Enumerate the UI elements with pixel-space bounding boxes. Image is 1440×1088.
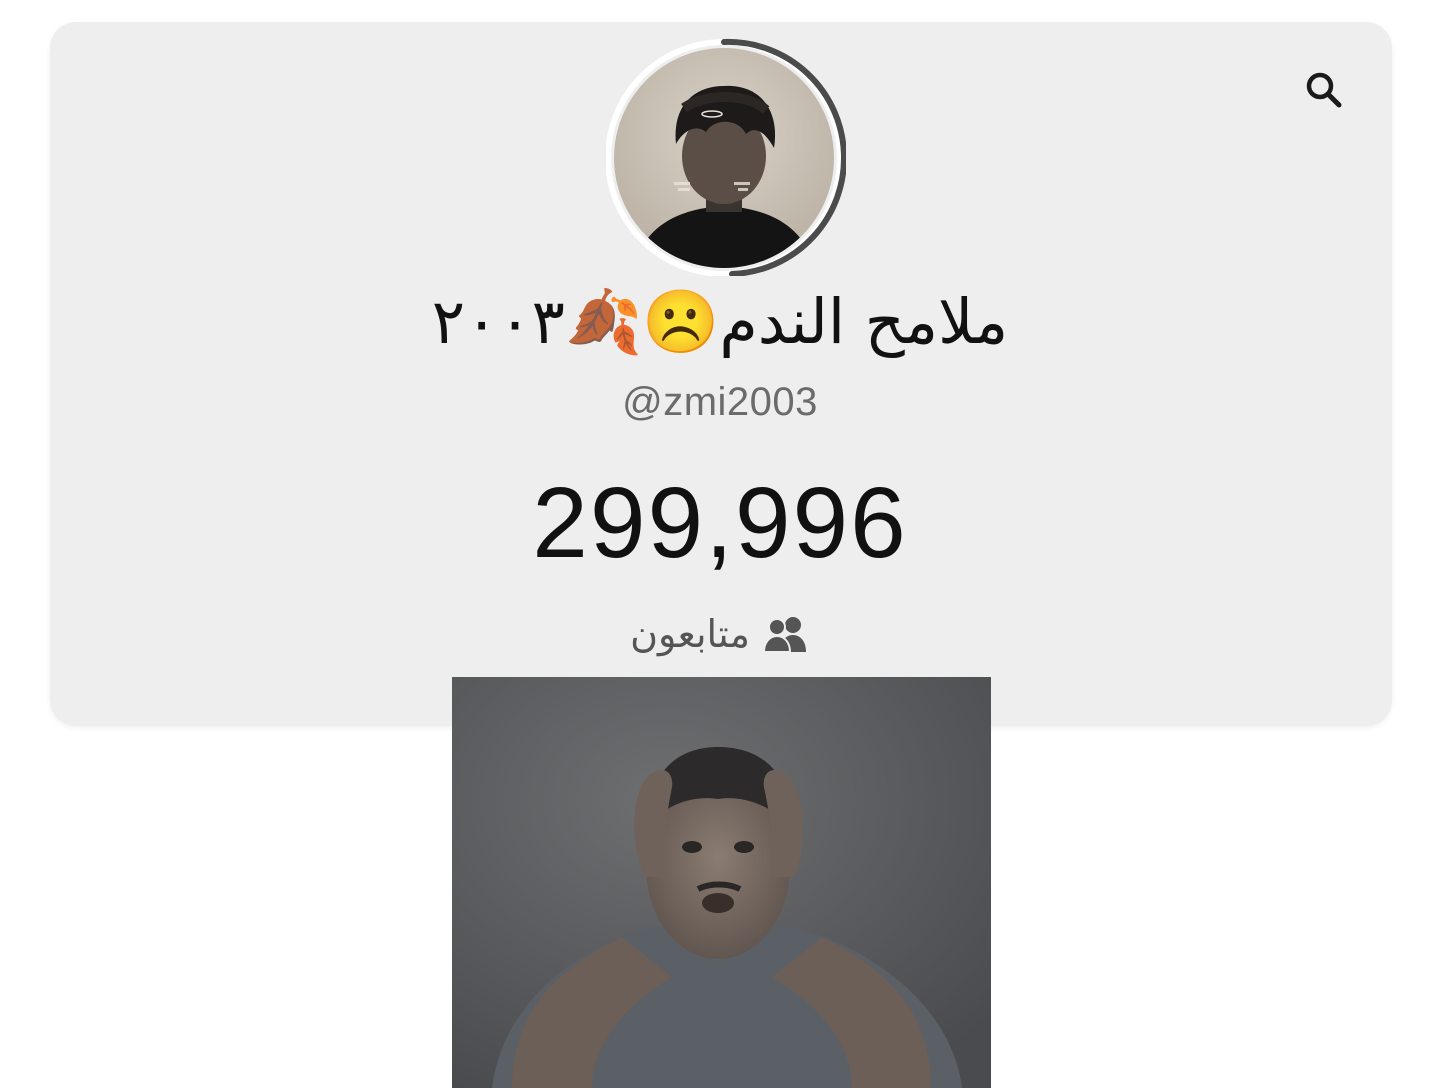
search-icon	[1306, 72, 1342, 108]
display-name: ملامح الندم☹️🍂٢٠٠٣	[431, 285, 1009, 358]
username[interactable]: @zmi2003	[0, 378, 1440, 426]
page: ملامح الندم☹️🍂٢٠٠٣ @zmi2003 299,996 متاب…	[0, 0, 1440, 1088]
avatar-container[interactable]	[606, 36, 846, 276]
reaction-video	[452, 677, 991, 1088]
search-button[interactable]	[1296, 62, 1352, 118]
people-icon	[762, 617, 806, 653]
followers-count: 299,996	[532, 467, 908, 579]
followers-label: متابعون	[630, 612, 750, 656]
avatar	[614, 48, 834, 268]
followers-label-row[interactable]: متابعون	[0, 608, 1440, 660]
